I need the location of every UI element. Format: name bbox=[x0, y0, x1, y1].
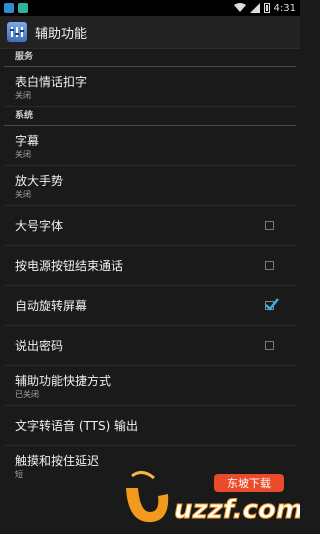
setting-title: 自动旋转屏幕 bbox=[15, 298, 88, 313]
setting-talkback[interactable]: 表白情话扣字 关闭 bbox=[4, 67, 296, 107]
status-bar: 4:31 bbox=[0, 0, 300, 16]
clock: 4:31 bbox=[273, 2, 296, 14]
setting-summary: 关闭 bbox=[15, 91, 31, 100]
page-title: 辅助功能 bbox=[35, 26, 88, 42]
wifi-icon bbox=[233, 3, 246, 12]
setting-title: 文字转语音 (TTS) 输出 bbox=[15, 418, 139, 433]
large-text-checkbox[interactable] bbox=[265, 221, 274, 230]
setting-speak-passwords[interactable]: 说出密码 bbox=[4, 326, 296, 366]
battery-icon bbox=[263, 3, 270, 13]
setting-summary: 关闭 bbox=[15, 190, 31, 199]
power-ends-call-checkbox[interactable] bbox=[265, 261, 274, 270]
notification-app-icon bbox=[4, 3, 14, 13]
setting-title: 字幕 bbox=[15, 134, 40, 148]
setting-title: 辅助功能快捷方式 bbox=[15, 374, 112, 388]
speak-passwords-checkbox[interactable] bbox=[265, 341, 274, 350]
setting-title: 按电源按钮结束通话 bbox=[15, 258, 124, 273]
setting-tts-output[interactable]: 文字转语音 (TTS) 输出 bbox=[4, 406, 296, 446]
section-header-services: 服务 bbox=[4, 48, 296, 67]
action-bar: 辅助功能 bbox=[0, 16, 300, 49]
setting-summary: 已关闭 bbox=[15, 390, 39, 399]
setting-summary: 关闭 bbox=[15, 150, 31, 159]
setting-power-ends-call[interactable]: 按电源按钮结束通话 bbox=[4, 246, 296, 286]
setting-title: 说出密码 bbox=[15, 338, 64, 353]
setting-magnification[interactable]: 放大手势 关闭 bbox=[4, 166, 296, 206]
section-header-system: 系统 bbox=[4, 107, 296, 126]
checkmark-icon bbox=[265, 298, 279, 311]
setting-title: 放大手势 bbox=[15, 174, 64, 188]
setting-accessibility-shortcut[interactable]: 辅助功能快捷方式 已关闭 bbox=[4, 366, 296, 406]
signal-icon bbox=[249, 3, 260, 13]
watermark-text: uzzf.com bbox=[174, 495, 300, 525]
setting-large-text[interactable]: 大号字体 bbox=[4, 206, 296, 246]
setting-captions[interactable]: 字幕 关闭 bbox=[4, 126, 296, 166]
setting-title: 大号字体 bbox=[15, 218, 64, 233]
setting-title: 表白情话扣字 bbox=[15, 75, 88, 89]
notification-app-icon-2 bbox=[18, 3, 28, 13]
watermark-tag: 东坡下载 bbox=[227, 477, 271, 490]
settings-list: 服务 表白情话扣字 关闭 系统 字幕 关闭 放大手势 关闭 大号字体 按电源按钮… bbox=[0, 48, 300, 486]
auto-rotate-checkbox[interactable] bbox=[265, 298, 279, 311]
setting-auto-rotate[interactable]: 自动旋转屏幕 bbox=[4, 286, 296, 326]
uzzf-watermark-logo: 东坡下载 uzzf.com bbox=[126, 471, 300, 526]
settings-app-icon[interactable] bbox=[7, 22, 27, 42]
